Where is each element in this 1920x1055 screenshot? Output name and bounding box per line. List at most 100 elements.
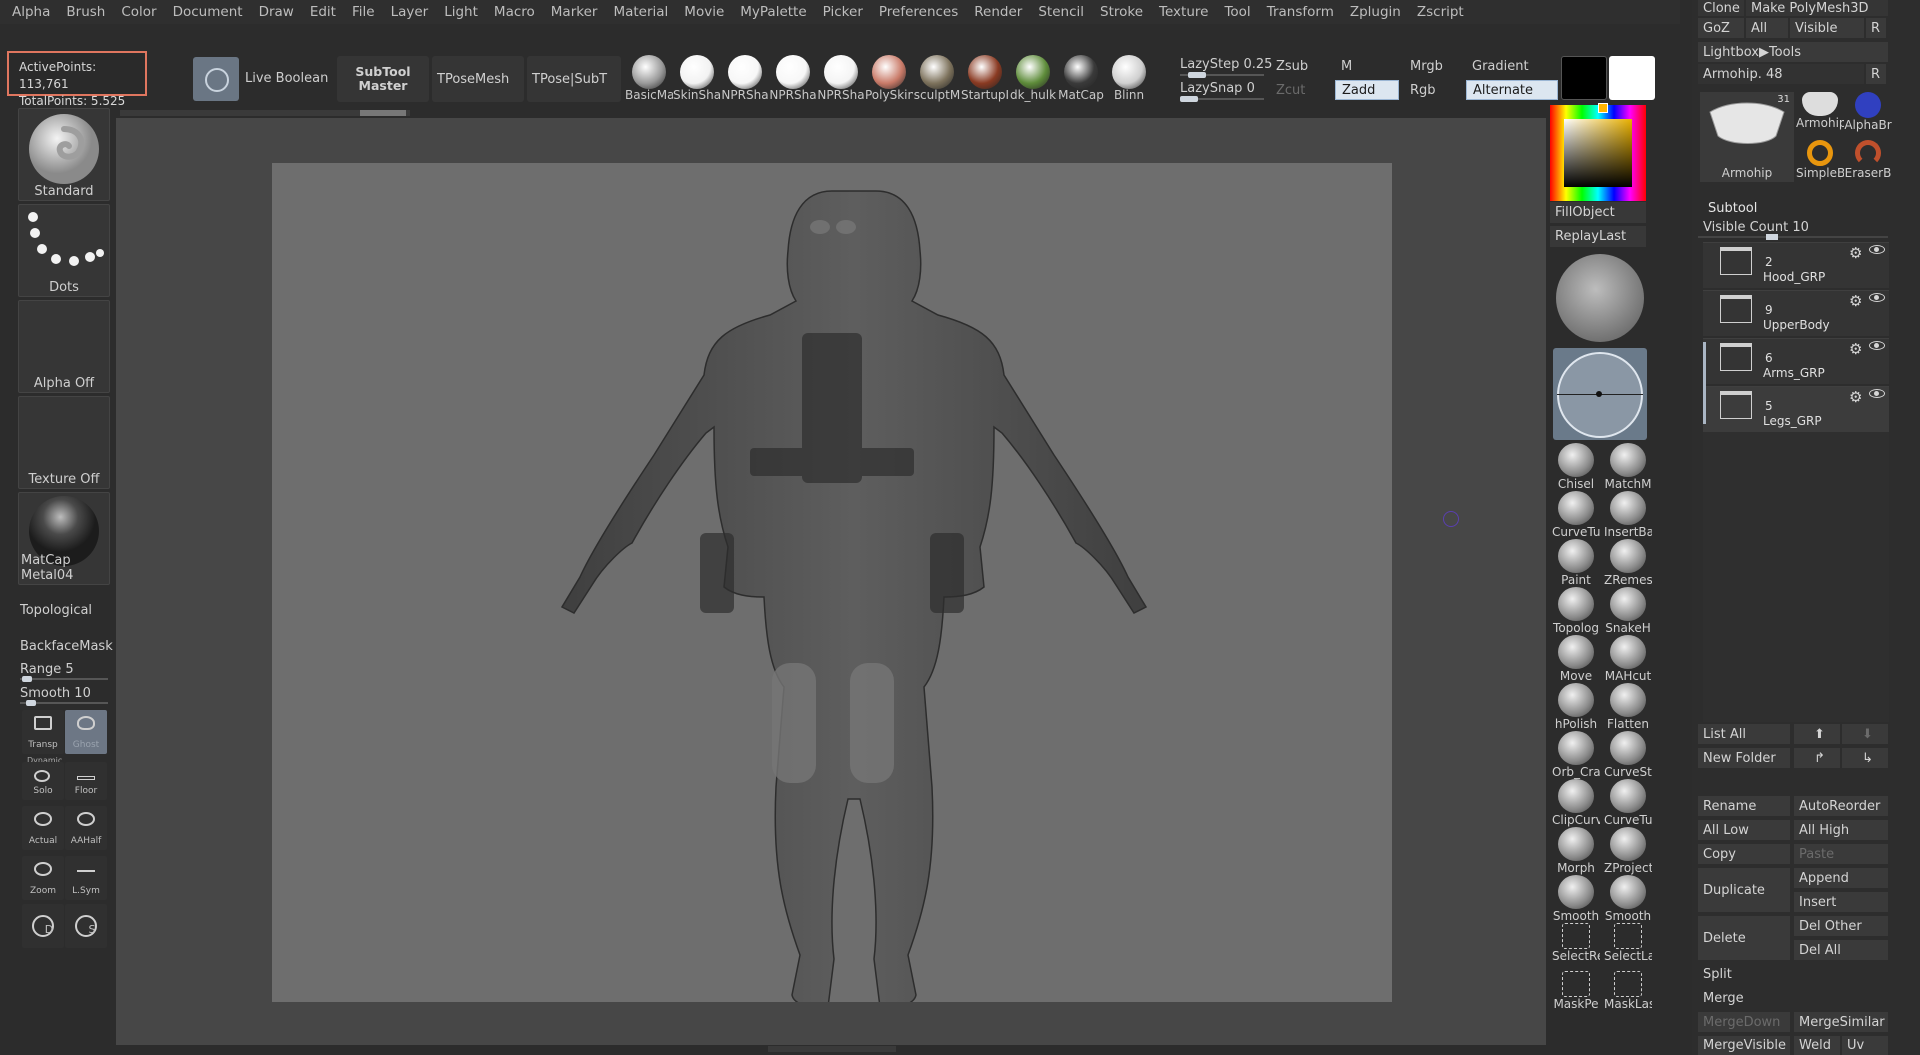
split-section[interactable]: Split bbox=[1698, 964, 1888, 984]
aahalf-button[interactable]: AAHalf bbox=[65, 806, 107, 850]
tpose-subt-button[interactable]: TPose|SubT bbox=[527, 56, 621, 102]
material-slot[interactable]: MatCap bbox=[1057, 52, 1105, 102]
subtool-master-button[interactable]: SubTool Master bbox=[337, 56, 429, 102]
brush-slot[interactable]: SnakeH bbox=[1604, 587, 1652, 635]
all-low-button[interactable]: All Low bbox=[1698, 820, 1790, 840]
material-slot[interactable]: PolySkin bbox=[865, 52, 913, 102]
append-button[interactable]: Append bbox=[1794, 868, 1888, 888]
menu-draw[interactable]: Draw bbox=[259, 4, 294, 20]
zoom-button[interactable]: Zoom bbox=[22, 856, 64, 900]
alpha-tile[interactable]: Alpha Off bbox=[18, 300, 110, 393]
secondary-color-swatch[interactable] bbox=[1609, 56, 1655, 100]
zadd-button[interactable]: Zadd bbox=[1335, 80, 1399, 100]
mergevisible-button[interactable]: MergeVisible bbox=[1698, 1036, 1790, 1055]
make-polymesh-button[interactable]: Make PolyMesh3D bbox=[1746, 0, 1888, 16]
menu-preferences[interactable]: Preferences bbox=[879, 4, 958, 20]
visible-button[interactable]: Visible bbox=[1790, 18, 1864, 38]
new-folder-button[interactable]: New Folder bbox=[1698, 748, 1790, 768]
lsym-button[interactable]: L.Sym bbox=[65, 856, 107, 900]
eye-icon[interactable] bbox=[1869, 341, 1885, 350]
smooth-slider[interactable] bbox=[20, 700, 108, 706]
brush-tile[interactable]: Standard bbox=[18, 108, 110, 201]
zsub-button[interactable]: Zsub bbox=[1270, 56, 1332, 76]
brush-slot[interactable]: Orb_Cra bbox=[1552, 731, 1600, 779]
brush-slot[interactable]: Move bbox=[1552, 635, 1600, 683]
range-slider[interactable] bbox=[20, 676, 108, 682]
lazystep-slider[interactable] bbox=[1180, 72, 1264, 78]
lightbox-tools-button[interactable]: Lightbox▶Tools bbox=[1698, 42, 1888, 62]
menu-file[interactable]: File bbox=[352, 4, 375, 20]
live-boolean-label[interactable]: Live Boolean bbox=[245, 71, 328, 86]
move-down-button[interactable]: ⬇ bbox=[1842, 724, 1888, 744]
material-slot[interactable]: sculptM bbox=[913, 52, 961, 102]
merge-section[interactable]: Merge bbox=[1698, 988, 1888, 1008]
brush-slot[interactable]: Paint bbox=[1552, 539, 1600, 587]
armohip-slider[interactable]: Armohip. 48 bbox=[1698, 64, 1864, 84]
menu-transform[interactable]: Transform bbox=[1267, 4, 1334, 20]
eye-icon[interactable] bbox=[1869, 293, 1885, 302]
solo-button[interactable]: Solo bbox=[22, 762, 64, 800]
brush-slot[interactable]: MatchM bbox=[1604, 443, 1652, 491]
menu-stencil[interactable]: Stencil bbox=[1038, 4, 1084, 20]
uv-button[interactable]: Uv bbox=[1842, 1036, 1888, 1055]
move-up-button[interactable]: ⬆ bbox=[1794, 724, 1840, 744]
eye-icon[interactable] bbox=[1869, 245, 1885, 254]
menu-material[interactable]: Material bbox=[613, 4, 668, 20]
zcut-button[interactable]: Zcut bbox=[1270, 80, 1332, 100]
mrgb-button[interactable]: Mrgb bbox=[1404, 56, 1464, 76]
draw-d-button[interactable]: D bbox=[22, 904, 64, 948]
brush-slot[interactable]: ZProject bbox=[1604, 827, 1652, 875]
live-boolean-icon[interactable] bbox=[193, 57, 239, 101]
timeline-bar[interactable] bbox=[120, 110, 410, 116]
lazysnap-slider[interactable] bbox=[1180, 96, 1264, 102]
primary-color-swatch[interactable] bbox=[1561, 56, 1607, 100]
subtool-row[interactable]: 9 UpperBody ⚙ bbox=[1703, 290, 1889, 336]
material-slot[interactable]: NPRSha bbox=[817, 52, 865, 102]
ghost-button[interactable]: Ghost bbox=[65, 710, 107, 754]
rename-button[interactable]: Rename bbox=[1698, 796, 1790, 816]
topological-button[interactable]: Topological bbox=[20, 603, 92, 618]
menu-texture[interactable]: Texture bbox=[1159, 4, 1208, 20]
brush-slot[interactable]: Chisel bbox=[1552, 443, 1600, 491]
tool-item-armohip[interactable]: Armohip bbox=[1796, 92, 1844, 136]
brush-slot[interactable]: CurveSt bbox=[1604, 731, 1652, 779]
eye-icon[interactable] bbox=[1869, 389, 1885, 398]
del-other-button[interactable]: Del Other bbox=[1794, 916, 1888, 936]
menu-marker[interactable]: Marker bbox=[551, 4, 598, 20]
menu-zplugin[interactable]: Zplugin bbox=[1350, 4, 1401, 20]
subtool-row[interactable]: 2 Hood_GRP ⚙ bbox=[1703, 242, 1889, 288]
stroke-tile[interactable]: Dots bbox=[18, 204, 110, 297]
menu-layer[interactable]: Layer bbox=[391, 4, 429, 20]
brush-slot[interactable]: ClipCurv bbox=[1552, 779, 1600, 827]
actual-button[interactable]: Actual bbox=[22, 806, 64, 850]
brush-slot[interactable]: ZRemes bbox=[1604, 539, 1652, 587]
material-slot[interactable]: NPRSha bbox=[721, 52, 769, 102]
menu-alpha[interactable]: Alpha bbox=[12, 4, 50, 20]
brush-slot[interactable]: MaskPe bbox=[1552, 971, 1600, 1011]
brush-slot[interactable]: hPolish bbox=[1552, 683, 1600, 731]
menu-brush[interactable]: Brush bbox=[66, 4, 105, 20]
brush-slot[interactable]: InsertBa bbox=[1604, 491, 1652, 539]
m-button[interactable]: M bbox=[1335, 56, 1397, 76]
material-tile[interactable]: MatCap Metal04 bbox=[18, 492, 110, 585]
tool-item-eraserb[interactable]: EraserB bbox=[1844, 140, 1892, 184]
brush-slot[interactable]: Morph bbox=[1552, 827, 1600, 875]
menu-render[interactable]: Render bbox=[974, 4, 1022, 20]
menu-picker[interactable]: Picker bbox=[823, 4, 863, 20]
subtool-row[interactable]: 5 Legs_GRP ⚙ bbox=[1703, 386, 1889, 432]
document-canvas[interactable] bbox=[272, 163, 1392, 1009]
material-slot[interactable]: BasicMa bbox=[625, 52, 673, 102]
lazystep-label[interactable]: LazyStep 0.25 bbox=[1180, 57, 1272, 72]
r-button[interactable]: R bbox=[1866, 18, 1886, 38]
menu-macro[interactable]: Macro bbox=[494, 4, 535, 20]
folder-in-button[interactable]: ↱ bbox=[1794, 748, 1840, 768]
brush-slot[interactable]: SelectLa bbox=[1604, 923, 1652, 963]
menu-color[interactable]: Color bbox=[121, 4, 156, 20]
material-slot[interactable]: NPRSha bbox=[769, 52, 817, 102]
autoreorder-button[interactable]: AutoReorder bbox=[1794, 796, 1888, 816]
gear-icon[interactable]: ⚙ bbox=[1849, 340, 1862, 358]
r-button-2[interactable]: R bbox=[1866, 64, 1886, 84]
del-all-button[interactable]: Del All bbox=[1794, 940, 1888, 960]
clone-button[interactable]: Clone bbox=[1698, 0, 1744, 16]
list-all-button[interactable]: List All bbox=[1698, 724, 1790, 744]
